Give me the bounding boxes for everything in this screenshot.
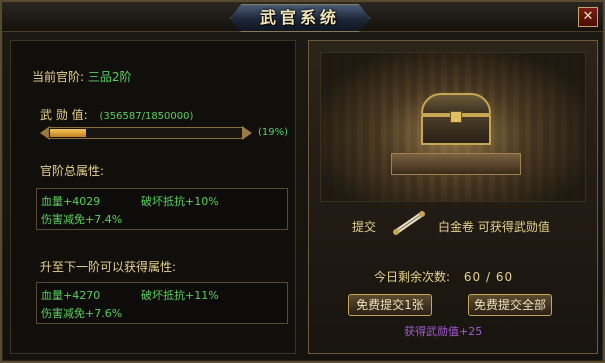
daily-count-row: 今日剩余次数: 60 / 60	[374, 268, 513, 285]
total-break-resist: 破坏抵抗+10%	[141, 195, 219, 208]
close-button[interactable]: ✕	[578, 7, 598, 27]
total-hp: 血量+4029	[41, 195, 101, 208]
next-attr-title: 升至下一阶可以获得属性:	[40, 260, 177, 274]
merit-value: (356587/1850000)	[99, 111, 194, 122]
submit-label: 提交	[352, 220, 377, 234]
next-break-resist: 破坏抵抗+11%	[141, 289, 219, 302]
title-bar: 武官系统 ✕	[2, 2, 603, 32]
merit-label: 武 勋 值:	[40, 108, 88, 122]
next-dmg-reduce: 伤害减免+7.6%	[41, 307, 123, 320]
submit-all-button[interactable]: 免费提交全部	[468, 294, 552, 316]
current-rank-value: 三品2阶	[87, 70, 132, 84]
total-dmg-reduce: 伤害减免+7.4%	[41, 213, 123, 226]
bar-frame	[48, 127, 244, 139]
submit-item-text: 白金卷 可获得武勋值	[438, 220, 550, 234]
merit-percent: (19%)	[258, 127, 289, 138]
next-attr-box: 血量+4270 破坏抵抗+11% 伤害减免+7.6%	[36, 282, 288, 324]
chest-lock-icon	[450, 111, 462, 123]
pedestal	[391, 153, 521, 175]
window-title: 武官系统	[259, 8, 340, 27]
merit-row: 武 勋 值: (356587/1850000)	[40, 106, 193, 123]
daily-count-label: 今日剩余次数:	[374, 270, 451, 284]
treasure-chest-scene	[320, 52, 586, 202]
current-rank-label: 当前官阶:	[32, 70, 85, 84]
merit-bonus-note: 获得武勋值+25	[404, 325, 483, 338]
total-attr-box: 血量+4029 破坏抵抗+10% 伤害减免+7.4%	[36, 188, 288, 230]
current-rank-row: 当前官阶: 三品2阶	[32, 68, 132, 85]
merit-progress-bar	[40, 126, 252, 140]
next-hp: 血量+4270	[41, 289, 101, 302]
submit-one-button[interactable]: 免费提交1张	[348, 294, 432, 316]
total-attr-title: 官阶总属性:	[40, 164, 105, 178]
official-system-window: 武官系统 ✕ 当前官阶: 三品2阶 武 勋 值: (356587/1850000…	[0, 0, 605, 363]
treasure-chest-icon	[421, 93, 491, 145]
bar-right-cap	[242, 126, 252, 140]
bar-fill	[50, 129, 86, 137]
daily-count-value: 60 / 60	[463, 270, 514, 284]
scroll-icon[interactable]	[392, 210, 428, 236]
